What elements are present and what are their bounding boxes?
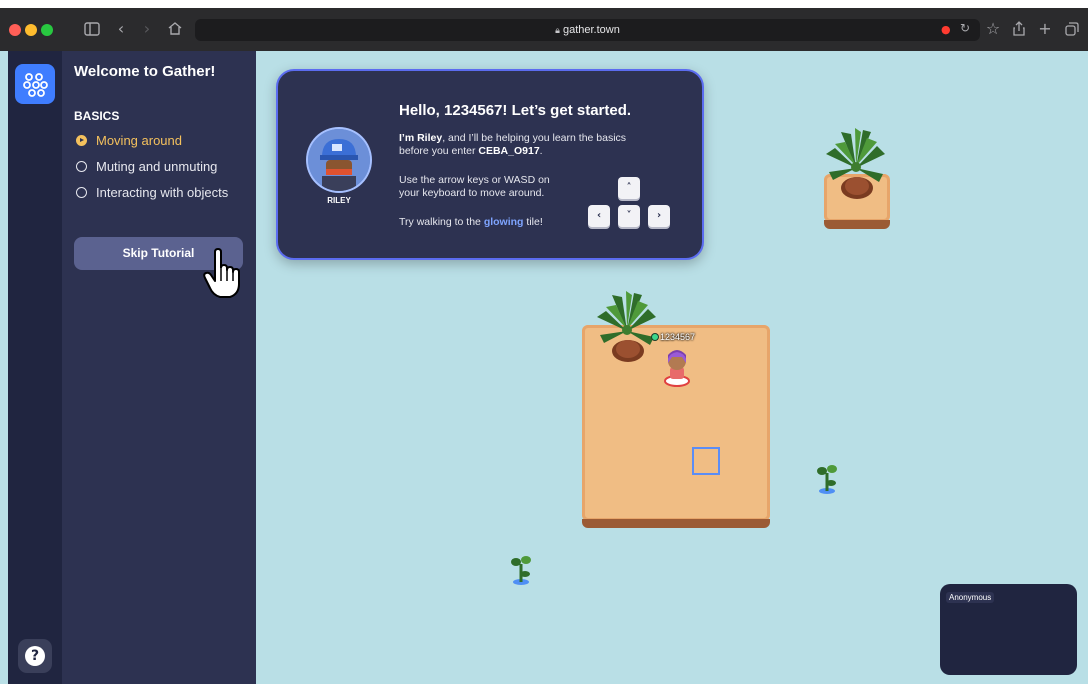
arrow-right-key-icon: › [648,205,670,227]
help-button[interactable]: ? [18,639,52,673]
tutorial-step-interacting[interactable]: Interacting with objects [76,185,228,201]
dialog-title: Hello, 1234567! Let’s get started. [399,102,632,119]
minimize-window-button[interactable] [25,24,37,36]
close-window-button[interactable] [9,24,21,36]
sidebar-title: Welcome to Gather! [74,63,216,80]
reload-icon[interactable]: ↻ [960,21,970,35]
intro-line2: before you enter [399,145,479,157]
step-label: Muting and unmuting [96,159,218,174]
play-step-icon [76,135,87,146]
video-tile-name: Anonymous [946,592,995,603]
arrow-down-key-icon: ˅ [618,205,640,227]
hand-pointer-cursor-icon [203,248,240,298]
intro-end: . [539,145,543,157]
space-name: CEBA_O917 [478,145,540,157]
video-tile[interactable]: Anonymous [940,584,1077,675]
browser-chrome: ‹ › 🔒︎ gather.town ● ↻ ☆ + [0,0,1088,51]
player-nametag: 1234567 [652,332,695,344]
arrow-left-key-icon: ‹ [588,205,610,227]
bookmark-star-icon[interactable]: ☆ [981,17,1005,41]
dialog-move-instructions: Use the arrow keys or WASD on your keybo… [399,174,550,200]
move-line1: Use the arrow keys or WASD on [399,174,550,186]
water-plant-icon [511,556,531,585]
player-name-text: 1234567 [660,332,696,342]
step-circle-icon [76,187,87,198]
url-label: gather.town [562,24,620,36]
sidebar-toggle-icon[interactable] [80,17,104,41]
gather-logo-icon[interactable] [15,64,55,104]
try-start: Try walking to the [399,216,484,228]
section-heading: BASICS [74,109,120,123]
riley-avatar-icon [308,129,370,191]
tutorial-dialog: RILEY Hello, 1234567! Let’s get started.… [276,69,704,260]
forward-icon[interactable]: › [135,17,159,41]
step-label: Moving around [96,133,182,148]
app-rail: ? [8,51,62,684]
player-avatar[interactable] [660,347,694,387]
url-text: 🔒︎ gather.town [195,19,980,41]
step-circle-icon [76,161,87,172]
character-name: RILEY [327,196,351,205]
lock-icon: 🔒︎ [555,25,560,35]
app-window: ‹ › 🔒︎ gather.town ● ↻ ☆ + ? Welcome to … [0,0,1088,684]
online-status-icon [652,334,658,340]
glowing-target-tile [692,447,720,475]
tutorial-step-moving-around[interactable]: Moving around [76,133,182,149]
share-icon[interactable] [1007,17,1031,41]
move-line2: your keyboard to move around. [399,187,545,199]
water-plant-icon [817,465,837,494]
zoom-window-button[interactable] [41,24,53,36]
intro-bold: I’m Riley [399,132,443,144]
tab-overview-icon[interactable] [1060,17,1084,41]
glowing-word: glowing [483,216,524,228]
arrow-up-key-icon: ˄ [618,177,640,199]
dialog-intro: I’m Riley, and I’ll be helping you learn… [399,132,626,158]
microphone-icon[interactable]: ● [941,23,951,36]
palm-tree-icon [826,128,885,199]
intro-rest: , and I’ll be helping you learn the basi… [442,132,627,144]
palm-tree-icon [597,291,656,362]
home-icon[interactable] [163,17,187,41]
dialog-try-instruction: Try walking to the glowing tile! [399,216,543,229]
tutorial-step-muting[interactable]: Muting and unmuting [76,159,217,175]
address-bar[interactable]: 🔒︎ gather.town [195,19,980,41]
try-end: tile! [523,216,543,228]
step-label: Interacting with objects [96,185,229,200]
question-mark-icon: ? [25,646,45,666]
tutorial-sidebar: Welcome to Gather! BASICS Moving around … [62,51,256,684]
back-icon[interactable]: ‹ [109,17,133,41]
new-tab-icon[interactable]: + [1033,17,1057,41]
